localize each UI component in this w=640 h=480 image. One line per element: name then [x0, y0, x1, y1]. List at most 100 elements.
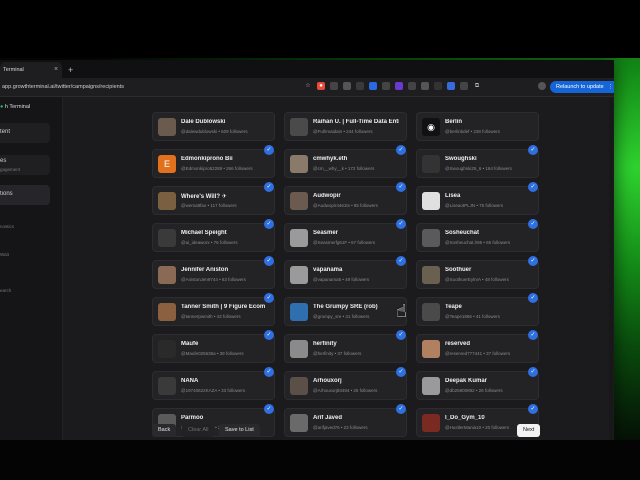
selected-check-icon[interactable]: ✓ [264, 293, 274, 303]
extension-icon-5[interactable] [369, 82, 377, 90]
extension-icon-12[interactable] [460, 82, 468, 90]
selected-check-icon[interactable]: ✓ [396, 256, 406, 266]
selected-check-icon[interactable]: ✓ [264, 256, 274, 266]
back-button[interactable]: Back [152, 424, 177, 437]
selected-check-icon[interactable]: ✓ [264, 219, 274, 229]
extension-icon-2[interactable] [330, 82, 338, 90]
recipient-card[interactable]: Audwopir @Audwopir4461ts • 85 followers ✓ [284, 182, 407, 215]
sidebar-item-research[interactable]: earch [0, 283, 50, 297]
avatar [422, 155, 440, 173]
selected-check-icon[interactable]: ✓ [264, 367, 274, 377]
recipient-name: Where's Will? ✈ [181, 194, 227, 200]
recipient-card[interactable]: Teape @Teape1866 • 41 followers ✓ [416, 293, 539, 326]
recipient-handle-followers: @19740622KAZA • 33 followers [181, 388, 246, 393]
recipient-name: NANA [181, 378, 199, 384]
recipient-card[interactable]: Dale Dublowski @dalewdublowski • 509 foll… [152, 112, 275, 141]
extension-icon-3[interactable] [343, 82, 351, 90]
selected-check-icon[interactable]: ✓ [528, 145, 538, 155]
selected-check-icon[interactable]: ✓ [528, 367, 538, 377]
recipient-card[interactable]: ◉ Berlin @berlinbdef • 238 followers [416, 112, 539, 141]
tab-close-icon[interactable]: × [54, 62, 58, 78]
next-button[interactable]: Next [517, 424, 541, 437]
selected-check-icon[interactable]: ✓ [264, 404, 274, 414]
recipient-card[interactable]: Where's Will? ✈ @wemattfao • 117 follower… [152, 182, 275, 215]
selected-check-icon[interactable]: ✓ [396, 182, 406, 192]
tab-title: Terminal [3, 67, 24, 73]
scrollbar[interactable] [609, 97, 613, 440]
extension-icon-6[interactable] [382, 82, 390, 90]
browser-tab-active[interactable]: Terminal [0, 62, 62, 78]
recipient-card[interactable]: Swoughski @Swoughski25_6 • 164 followers ✓ [416, 145, 539, 178]
recipient-card[interactable]: herfinity @herfinity • 37 followers ✓ [284, 330, 407, 363]
selected-check-icon[interactable]: ✓ [528, 219, 538, 229]
avatar [422, 414, 440, 432]
recipient-card[interactable]: Arif Javed @arifjaved76 • 23 followers ✓ [284, 404, 407, 437]
extension-icon-7[interactable] [395, 82, 403, 90]
extension-icon-10[interactable] [434, 82, 442, 90]
recipient-handle-followers: @ai_ideaworx • 76 followers [181, 240, 238, 245]
recipient-name: Jennifer Aniston [181, 267, 229, 273]
recipient-handle-followers: @arifjaved76 • 23 followers [313, 425, 368, 430]
recipient-card[interactable]: Tanner Smith | 9 Figure Ecom @tannerpwmit… [152, 293, 275, 326]
recipient-card[interactable]: Deepak Kumar @db25800892 • 26 followers ✓ [416, 367, 539, 400]
selected-check-icon[interactable]: ✓ [264, 145, 274, 155]
browser-toolbar: app.growthterminal.ai/twitter/campaigns/… [0, 78, 614, 97]
recipient-card[interactable]: Maufe @Maufe025636a • 39 followers ✓ [152, 330, 275, 363]
recipient-card[interactable]: reserved @reserved777441 • 37 followers ✓ [416, 330, 539, 363]
extension-icon-1[interactable]: ● [317, 82, 325, 90]
recipient-card[interactable]: vapanama @vapanama5 • 49 followers ✓ [284, 256, 407, 289]
sidebar-item-sequences[interactable]: es gagement [0, 155, 50, 175]
avatar [422, 340, 440, 358]
sidebar-item-label: Wait [0, 252, 9, 257]
sidebar-item-campaigns[interactable]: tions [0, 185, 50, 205]
selected-check-icon[interactable]: ✓ [264, 330, 274, 340]
recipient-card[interactable]: cmwhyk.eth @cm__why__k • 172 followers ✓ [284, 145, 407, 178]
recipient-card[interactable]: Michael Speight @ai_ideaworx • 76 followe… [152, 219, 275, 252]
clear-all-button[interactable]: Clear All [182, 424, 215, 437]
avatar [158, 229, 176, 247]
selected-check-icon[interactable]: ✓ [528, 293, 538, 303]
extension-icon-11[interactable] [447, 82, 455, 90]
more-options-icon[interactable]: ⋮ [608, 84, 614, 90]
address-bar[interactable]: app.growthterminal.ai/twitter/campaigns/… [0, 81, 322, 93]
extension-icon-4[interactable] [356, 82, 364, 90]
recipient-card[interactable]: Raihan U. | Full-Time Data Entr.. @Fullrm… [284, 112, 407, 141]
recipient-card[interactable]: The Grumpy SRE (rob) @grumpy_sre • 41 fol… [284, 297, 407, 326]
selected-check-icon[interactable]: ✓ [528, 256, 538, 266]
recipient-name: Raihan U. | Full-Time Data Entr.. [313, 119, 399, 125]
bookmark-star-icon[interactable]: ☆ [304, 82, 312, 90]
selected-check-icon[interactable]: ✓ [528, 404, 538, 414]
selected-check-icon[interactable]: ✓ [264, 182, 274, 192]
recipient-handle-followers: @SoothuerEykVA • 48 followers [445, 277, 509, 282]
recipient-card[interactable]: Lisea @LiseaotPLJN • 75 followers ✓ [416, 182, 539, 215]
selected-check-icon[interactable]: ✓ [396, 219, 406, 229]
recipient-handle-followers: @db25800892 • 26 followers [445, 388, 503, 393]
selected-check-icon[interactable]: ✓ [528, 182, 538, 192]
save-to-list-button[interactable]: Save to List [219, 424, 260, 437]
selected-check-icon[interactable]: ✓ [396, 330, 406, 340]
sidebar-item-analytics[interactable]: nostics [0, 219, 50, 233]
relaunch-update-button[interactable]: Relaunch to update ⋮ [550, 81, 614, 93]
selected-check-icon[interactable]: ✓ [528, 330, 538, 340]
new-tab-icon[interactable]: + [68, 63, 73, 77]
extensions-puzzle-icon[interactable]: ⧉ [473, 82, 481, 90]
recipient-card[interactable]: Soothuer @SoothuerEykVA • 48 followers ✓ [416, 256, 539, 289]
mouse-cursor-icon: ☝ [396, 301, 407, 321]
recipient-card[interactable]: Arhouxorj @Arhouxorj83494 • 26 followers ✓ [284, 367, 407, 400]
selected-check-icon[interactable]: ✓ [396, 367, 406, 377]
recipient-name: Teape [445, 304, 462, 310]
sidebar-item-content[interactable]: tent [0, 123, 50, 143]
recipient-card[interactable]: E Edmonkiprono Bii @Edmonkipro52288 • 266 … [152, 145, 275, 178]
extension-icon-8[interactable] [408, 82, 416, 90]
recipient-card[interactable]: Sosheuchat @Sosheuchat.lr95 • 65 follower… [416, 219, 539, 252]
avatar [290, 340, 308, 358]
sidebar-item-wait[interactable]: Wait [0, 247, 50, 261]
profile-avatar-icon[interactable] [538, 82, 546, 90]
recipient-card[interactable]: Seasmer @Seasmerfg61F • 67 followers ✓ [284, 219, 407, 252]
recipient-name: Tanner Smith | 9 Figure Ecom [181, 304, 266, 310]
extension-icon-9[interactable] [421, 82, 429, 90]
selected-check-icon[interactable]: ✓ [396, 145, 406, 155]
recipient-card[interactable]: Jennifer Aniston @AnistonJen9744 • 63 fol… [152, 256, 275, 289]
selected-check-icon[interactable]: ✓ [396, 404, 406, 414]
recipient-card[interactable]: NANA @19740622KAZA • 33 followers ✓ [152, 367, 275, 400]
